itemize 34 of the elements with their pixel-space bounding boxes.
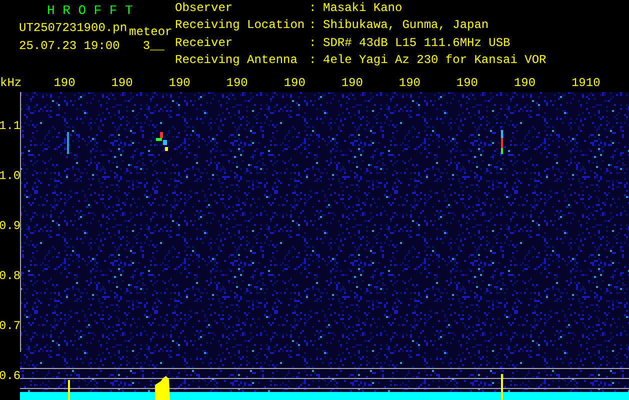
y-axis-label: 0.7 — [0, 319, 21, 333]
separator: : — [309, 38, 318, 52]
separator: : — [309, 3, 318, 17]
x-axis-label: 190 — [341, 76, 363, 90]
axis-unit: kHz — [0, 76, 22, 90]
y-axis-label: 0.9 — [0, 219, 21, 233]
info-value: 4ele Yagi Az 230 for Kansai VOR — [323, 54, 546, 69]
timestamp: 25.07.23 19:00 — [19, 39, 120, 53]
x-axis-label: 190 — [54, 76, 76, 90]
info-label: Receiving Location — [175, 20, 306, 34]
info-value: Masaki Kano — [323, 3, 404, 17]
x-axis-label: 190 — [284, 76, 306, 90]
x-axis-label: 190 — [226, 76, 248, 90]
info-value: Shibukawa, Gunma, Japan — [323, 20, 490, 34]
y-axis-label: 0.8 — [0, 269, 21, 283]
x-axis-label: 1910 — [571, 76, 600, 90]
event-count: 3__ — [142, 39, 164, 53]
x-axis-label: 190 — [514, 76, 536, 90]
y-axis-label: 1.1 — [0, 119, 21, 133]
y-axis-label: 1.0 — [0, 169, 21, 183]
info-label: Receiver — [175, 38, 234, 52]
x-axis-label: 190 — [456, 76, 478, 90]
file-name: UT2507231900.pn — [19, 21, 128, 35]
app-title: H R O F F T — [47, 3, 134, 18]
info-value: SDR# 43dB L15 111.6MHz USB — [323, 38, 512, 52]
separator: : — [309, 20, 318, 34]
separator: : — [309, 54, 318, 69]
info-label: Observer — [175, 3, 234, 17]
x-axis-label: 190 — [398, 76, 420, 90]
x-axis-label: 190 — [168, 76, 190, 90]
event-type: meteor — [129, 25, 172, 39]
info-label: Receiving Antenna — [175, 54, 298, 69]
x-axis-label: 190 — [111, 76, 133, 90]
y-axis-label: 0.6 — [0, 369, 21, 383]
